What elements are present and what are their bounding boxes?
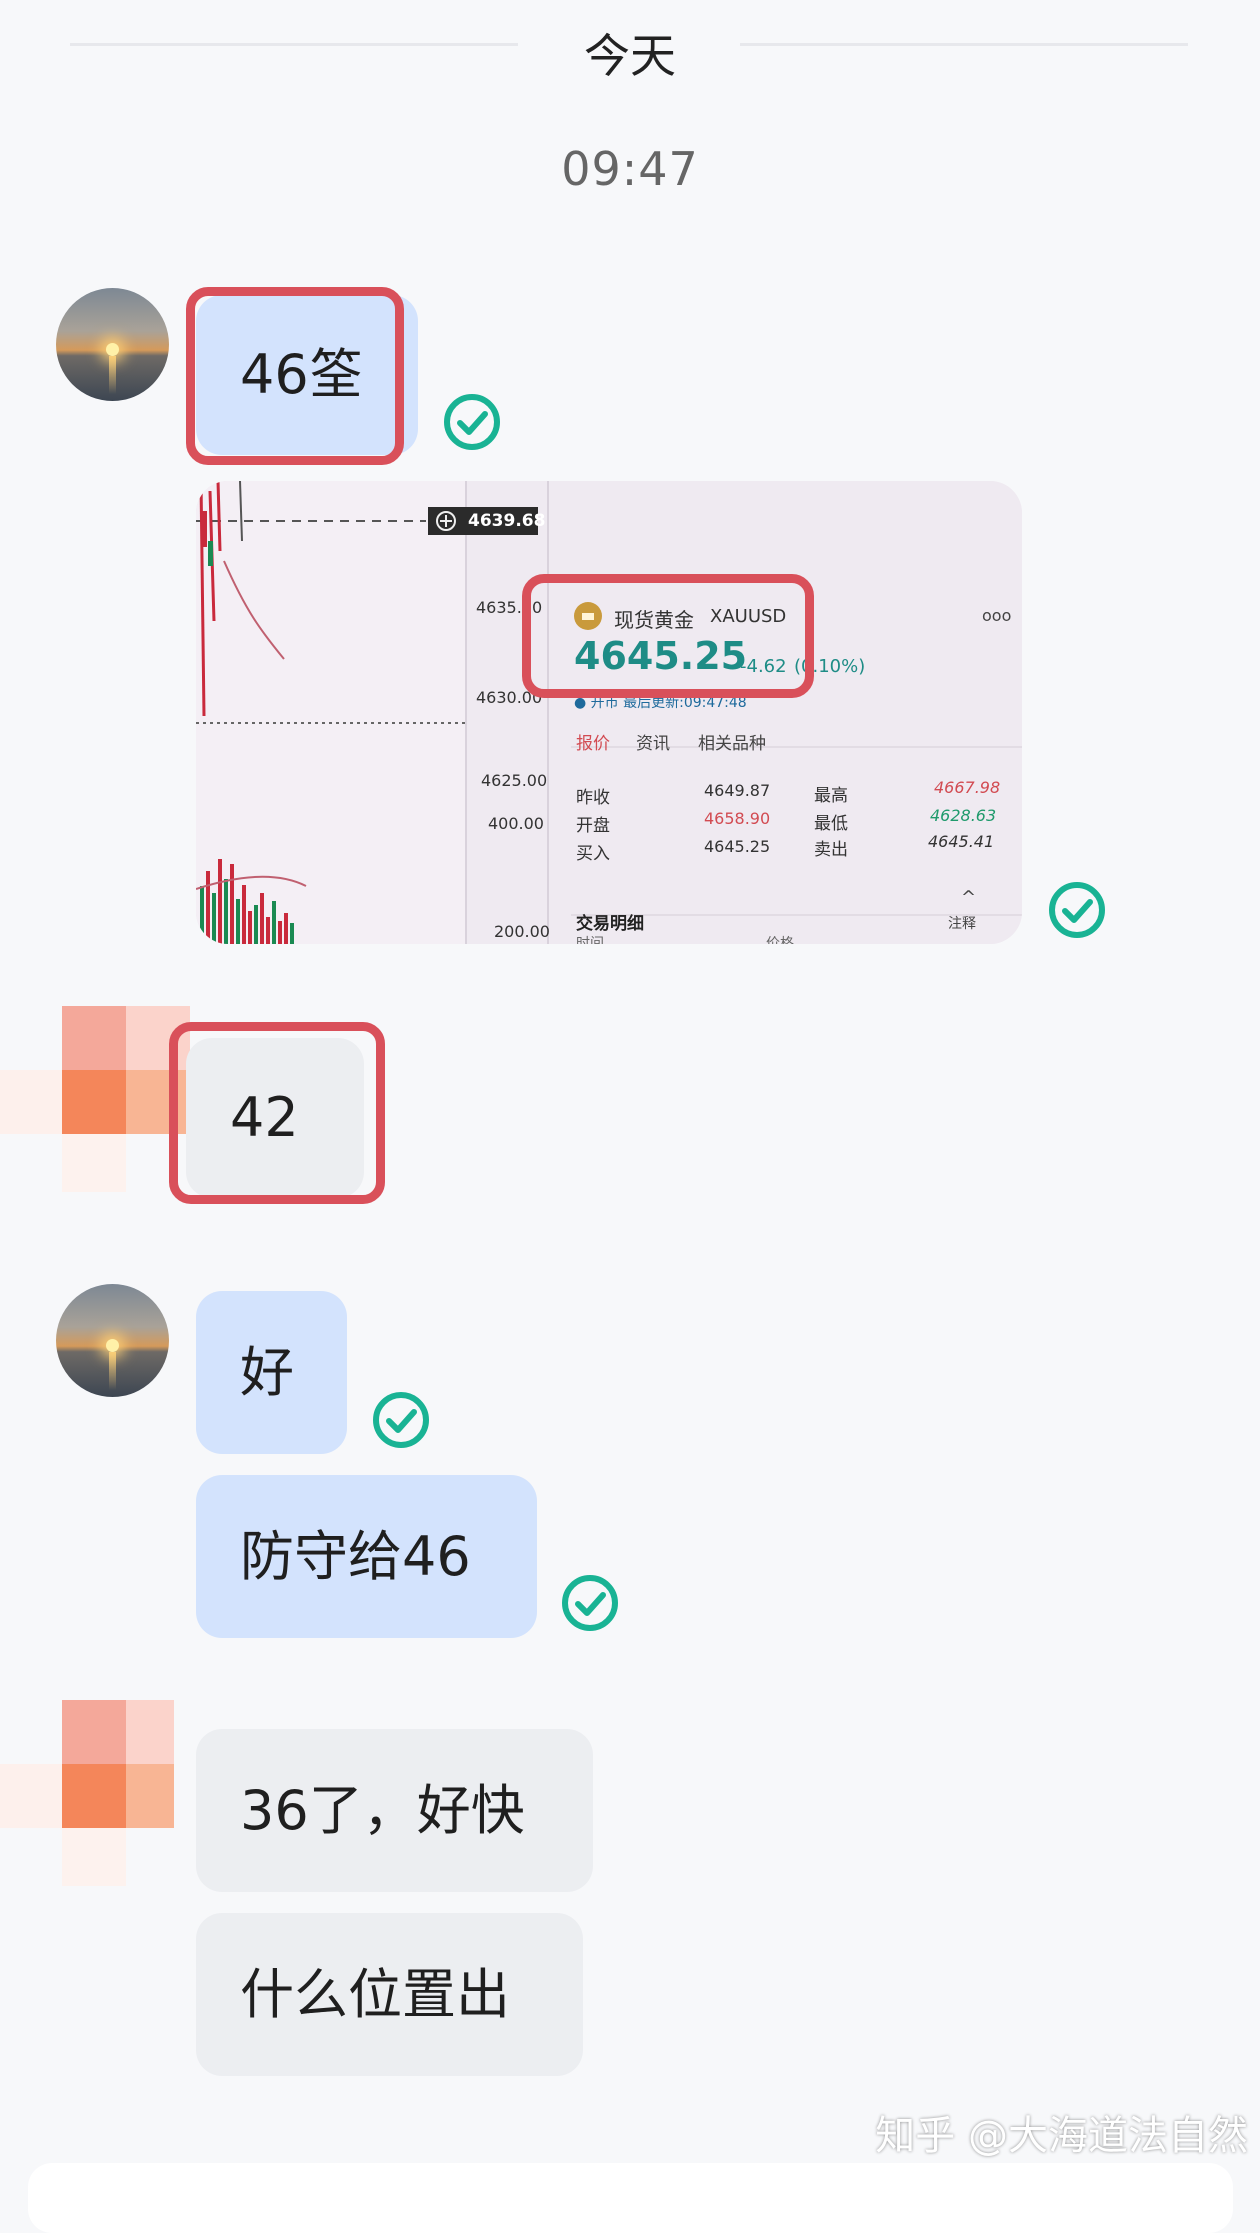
quote-row-label: 卖出 <box>814 840 848 860</box>
tab-related: 相关品种 <box>698 734 766 754</box>
message-bubble[interactable]: 防守给46 <box>196 1475 537 1638</box>
axis-label: 400.00 <box>488 814 544 833</box>
contact-avatar[interactable] <box>0 1006 190 1206</box>
col-header: 价格 <box>766 936 794 944</box>
message-bubble[interactable]: 36了，好快 <box>196 1729 593 1892</box>
highlight-box <box>522 574 814 698</box>
image-message[interactable]: 4639.68 4635.00 4630.00 4625.00 400.00 2… <box>196 481 1022 944</box>
crosshair-price: 4639.68 <box>468 511 546 531</box>
message-text: 防守给46 <box>240 1524 471 1588</box>
message-text: 36了，好快 <box>240 1778 525 1842</box>
quote-row-value: 4645.25 <box>704 837 771 856</box>
watermark: 知乎 @大海道法自然 <box>875 2113 1248 2159</box>
message-bubble[interactable]: 好 <box>196 1291 347 1454</box>
quote-row-value: 4667.98 <box>934 778 1001 797</box>
more-icon: ooo <box>982 606 1012 625</box>
col-header: 注释 <box>948 916 976 932</box>
quote-row-value: 4628.63 <box>930 806 997 825</box>
up-arrow: ^ <box>961 887 977 908</box>
quote-row-label: 买入 <box>576 844 610 864</box>
message-bubble[interactable]: 什么位置出 <box>196 1913 583 2076</box>
time-label: 09:47 <box>561 142 699 196</box>
date-label: 今天 <box>584 29 676 83</box>
highlight-box <box>186 287 404 465</box>
quote-row-value: 4649.87 <box>704 781 771 800</box>
axis-label: 200.00 <box>494 922 550 941</box>
axis-label: 4625.00 <box>481 771 548 790</box>
read-check-icon <box>443 393 501 451</box>
quote-row-value: 4658.90 <box>704 809 771 828</box>
read-check-icon <box>372 1391 430 1449</box>
read-check-icon <box>1048 881 1106 939</box>
input-area[interactable] <box>28 2163 1233 2233</box>
tab-quote: 报价 <box>576 734 610 754</box>
tab-news: 资讯 <box>636 734 670 754</box>
message-text: 好 <box>240 1340 294 1404</box>
message-text: 什么位置出 <box>240 1962 510 2026</box>
quote-row-label: 开盘 <box>576 816 610 836</box>
quote-row-label: 最低 <box>814 814 848 834</box>
section-title: 交易明细 <box>576 914 644 934</box>
quote-row-label: 最高 <box>814 786 848 806</box>
highlight-box <box>169 1022 385 1204</box>
read-check-icon <box>561 1574 619 1632</box>
contact-avatar[interactable] <box>0 1700 180 1900</box>
quote-row-label: 昨收 <box>576 788 610 808</box>
my-avatar[interactable] <box>56 288 169 401</box>
col-header: 时间 <box>576 936 604 944</box>
quote-row-value: 4645.41 <box>928 832 995 851</box>
my-avatar[interactable] <box>56 1284 169 1397</box>
